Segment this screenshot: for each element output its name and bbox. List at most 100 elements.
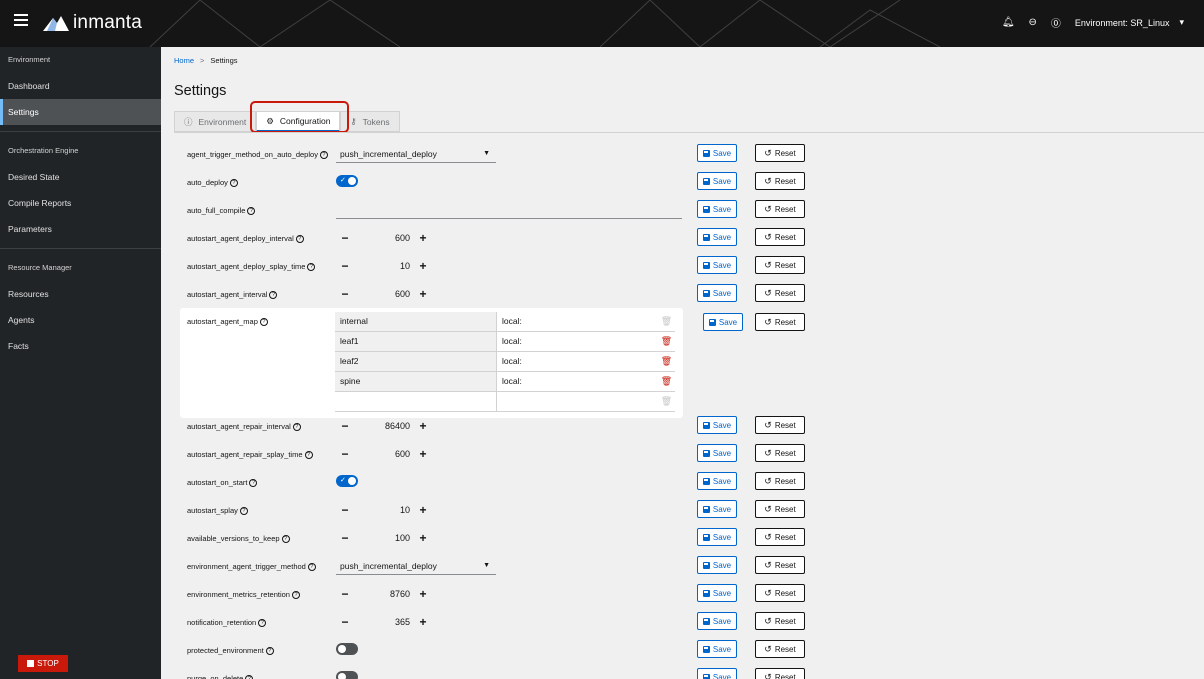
help-icon[interactable]: ? (307, 263, 316, 272)
trash-icon[interactable]: 🗑︎ (658, 352, 675, 371)
stepper-value[interactable]: 10 (354, 261, 414, 271)
stepper-value[interactable]: 600 (354, 289, 414, 299)
reset-button[interactable]: ↺ Reset (755, 668, 805, 679)
stop-button[interactable]: STOP (18, 655, 68, 672)
sidebar-item-facts[interactable]: Facts (0, 333, 161, 359)
help-icon[interactable]: ? (258, 619, 267, 628)
help-icon[interactable]: ? (229, 179, 238, 188)
reset-button[interactable]: ↺ Reset (755, 584, 805, 602)
setting-toggle[interactable] (336, 643, 358, 655)
reset-button[interactable]: ↺ Reset (755, 313, 805, 331)
setting-select[interactable]: push_incremental_deploy ▼ (336, 145, 496, 163)
help-icon[interactable]: ? (269, 291, 278, 300)
tab-configuration[interactable]: ⚙ Configuration (256, 111, 341, 132)
map-value-input[interactable]: local: (496, 372, 658, 391)
stepper-value[interactable]: 365 (354, 617, 414, 627)
sidebar-item-dashboard[interactable]: Dashboard (0, 73, 161, 99)
save-button[interactable]: Save (697, 444, 737, 462)
help-icon[interactable]: ⓪ (1051, 15, 1061, 30)
environment-selector[interactable]: Environment: SR_Linux ▾ (1075, 17, 1184, 28)
save-button[interactable]: Save (697, 668, 737, 679)
help-icon[interactable]: ? (319, 151, 328, 160)
stepper-value[interactable]: 100 (354, 533, 414, 543)
save-button[interactable]: Save (697, 556, 737, 574)
sidebar-item-compile-reports[interactable]: Compile Reports (0, 190, 161, 216)
stepper-value[interactable]: 8760 (354, 589, 414, 599)
minus-icon[interactable]: − (336, 501, 354, 519)
save-button[interactable]: Save (697, 256, 737, 274)
reset-button[interactable]: ↺ Reset (755, 144, 805, 162)
plus-icon[interactable]: + (414, 445, 432, 463)
minus-icon[interactable]: − (336, 257, 354, 275)
help-icon[interactable]: ? (292, 423, 301, 432)
save-button[interactable]: Save (697, 500, 737, 518)
stepper-value[interactable]: 600 (354, 233, 414, 243)
help-icon[interactable]: ? (307, 563, 316, 572)
bell-icon[interactable]: 🔔︎ (1002, 17, 1015, 28)
reset-button[interactable]: ↺ Reset (755, 256, 805, 274)
map-key-input[interactable]: leaf1 (335, 332, 496, 351)
plus-icon[interactable]: + (414, 229, 432, 247)
reset-button[interactable]: ↺ Reset (755, 612, 805, 630)
tab-environment[interactable]: ⓘ Environment (174, 111, 257, 132)
trash-icon[interactable]: 🗑︎ (658, 312, 675, 331)
reset-button[interactable]: ↺ Reset (755, 200, 805, 218)
minus-icon[interactable]: − (336, 445, 354, 463)
menu-toggle-icon[interactable] (14, 14, 28, 27)
stepper-value[interactable]: 600 (354, 449, 414, 459)
sidebar-item-desired-state[interactable]: Desired State (0, 164, 161, 190)
save-button[interactable]: Save (697, 640, 737, 658)
setting-select[interactable]: push_incremental_deploy ▼ (336, 557, 496, 575)
help-icon[interactable]: ? (247, 207, 256, 216)
help-icon[interactable]: ? (239, 507, 248, 516)
save-button[interactable]: Save (697, 144, 737, 162)
sidebar-item-resources[interactable]: Resources (0, 281, 161, 307)
reset-button[interactable]: ↺ Reset (755, 500, 805, 518)
breadcrumb-home-link[interactable]: Home (174, 56, 194, 65)
status-icon[interactable]: ⊖ (1029, 17, 1037, 28)
trash-icon[interactable]: 🗑︎ (658, 392, 675, 411)
reset-button[interactable]: ↺ Reset (755, 172, 805, 190)
sidebar-item-parameters[interactable]: Parameters (0, 216, 161, 242)
minus-icon[interactable]: − (336, 229, 354, 247)
sidebar-item-settings[interactable]: Settings (0, 99, 161, 125)
reset-button[interactable]: ↺ Reset (755, 444, 805, 462)
save-button[interactable]: Save (703, 313, 743, 331)
help-icon[interactable]: ? (291, 591, 300, 600)
setting-toggle[interactable]: ✓ (336, 475, 358, 487)
tab-tokens[interactable]: ⚷ Tokens (340, 111, 400, 132)
help-icon[interactable]: ? (259, 318, 268, 327)
plus-icon[interactable]: + (414, 257, 432, 275)
reset-button[interactable]: ↺ Reset (755, 528, 805, 546)
minus-icon[interactable]: − (336, 585, 354, 603)
logo[interactable]: inmanta (43, 12, 142, 34)
stepper-value[interactable]: 10 (354, 505, 414, 515)
setting-text-input[interactable] (336, 201, 682, 219)
save-button[interactable]: Save (697, 172, 737, 190)
map-value-input[interactable]: local: (496, 332, 658, 351)
help-icon[interactable]: ? (245, 675, 254, 679)
plus-icon[interactable]: + (414, 285, 432, 303)
reset-button[interactable]: ↺ Reset (755, 472, 805, 490)
help-icon[interactable]: ? (295, 235, 304, 244)
save-button[interactable]: Save (697, 416, 737, 434)
minus-icon[interactable]: − (336, 529, 354, 547)
save-button[interactable]: Save (697, 584, 737, 602)
plus-icon[interactable]: + (414, 529, 432, 547)
map-key-input[interactable]: internal (335, 312, 496, 331)
map-key-input[interactable]: leaf2 (335, 352, 496, 371)
help-icon[interactable]: ? (265, 647, 274, 656)
map-key-input[interactable] (335, 392, 496, 411)
reset-button[interactable]: ↺ Reset (755, 416, 805, 434)
map-value-input[interactable]: local: (496, 312, 658, 331)
plus-icon[interactable]: + (414, 585, 432, 603)
reset-button[interactable]: ↺ Reset (755, 640, 805, 658)
map-key-input[interactable]: spine (335, 372, 496, 391)
save-button[interactable]: Save (697, 612, 737, 630)
help-icon[interactable]: ? (249, 479, 258, 488)
trash-icon[interactable]: 🗑︎ (658, 332, 675, 351)
plus-icon[interactable]: + (414, 613, 432, 631)
plus-icon[interactable]: + (414, 501, 432, 519)
save-button[interactable]: Save (697, 284, 737, 302)
setting-toggle[interactable] (336, 671, 358, 679)
